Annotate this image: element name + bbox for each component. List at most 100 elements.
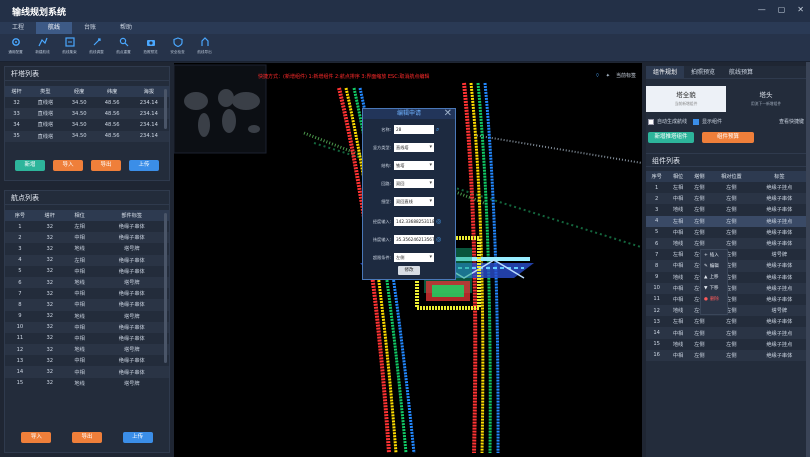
- col-header[interactable]: 序号: [646, 171, 668, 182]
- col-header[interactable]: 相对位置: [710, 171, 753, 182]
- table-row[interactable]: 5 中相 左侧 左侧 绝缘子串体: [646, 227, 806, 238]
- locate-icon[interactable]: ◎: [436, 218, 441, 225]
- table-row[interactable]: 32 直线塔 34.50 48.56 234.14: [5, 97, 169, 108]
- tool-route-adjust[interactable]: 航线调整: [83, 34, 110, 61]
- menu-move-up[interactable]: ▲ 上移: [701, 272, 727, 283]
- waypoint-scrollbar[interactable]: [164, 213, 167, 363]
- dialog-select[interactable]: 铁塔: [394, 161, 434, 170]
- table-row[interactable]: 11 32 中相 绝缘子串体: [5, 333, 169, 344]
- locate-icon[interactable]: ◎: [436, 236, 441, 243]
- menu-edit[interactable]: ✎ 编辑: [701, 261, 727, 272]
- table-row[interactable]: 13 左相 左侧 左侧 绝缘子串体: [646, 316, 806, 327]
- compass-icon[interactable]: ✦: [606, 73, 610, 79]
- table-row[interactable]: 1 32 左相 绝缘子串体: [5, 221, 169, 232]
- table-row[interactable]: 10 32 中相 绝缘子串体: [5, 321, 169, 333]
- segment-tower-full[interactable]: 塔全貌 当前新增组件: [646, 86, 726, 112]
- table-row[interactable]: 3 32 地线 塔号牌: [5, 243, 169, 254]
- table-row[interactable]: 1 左相 左侧 左侧 绝缘子挂点: [646, 182, 806, 193]
- dialog-input[interactable]: 142.336882531185: [394, 217, 434, 226]
- dialog-field-row: 结构: 铁塔: [366, 161, 434, 170]
- dialog-select[interactable]: 直线塔: [394, 143, 434, 152]
- table-row[interactable]: 35 直线塔 34.50 48.56 234.14: [5, 130, 169, 142]
- tool-new-route[interactable]: 新建航线: [29, 34, 56, 61]
- col-header[interactable]: 纬度: [95, 86, 129, 97]
- auto-generate-checkbox[interactable]: [648, 118, 654, 125]
- table-row[interactable]: 5 32 中相 绝缘子串体: [5, 266, 169, 277]
- table-row[interactable]: 9 32 地线 塔号牌: [5, 311, 169, 322]
- menu-project[interactable]: 工程: [0, 22, 36, 34]
- dialog-confirm-button[interactable]: 修改: [398, 266, 420, 275]
- table-row[interactable]: 2 32 中相 绝缘子串体: [5, 232, 169, 244]
- search-icon[interactable]: ⌕: [436, 126, 439, 134]
- dialog-close-icon[interactable]: ✕: [444, 108, 452, 119]
- table-row[interactable]: 16 中相 左侧 左侧 绝缘子串体: [646, 349, 806, 361]
- table-row[interactable]: 8 32 中相 绝缘子串体: [5, 299, 169, 311]
- right-scrollbar[interactable]: [806, 62, 810, 457]
- pole-buttons: 新增 导入 导出 上传: [5, 159, 169, 171]
- tool-waypoint-reset[interactable]: 航点重置: [110, 34, 137, 61]
- import-waypoint-button[interactable]: 导入: [21, 432, 52, 443]
- menu-delete[interactable]: ● 删除: [701, 294, 727, 305]
- upload-pole-button[interactable]: 上传: [129, 159, 159, 171]
- dialog-select[interactable]: 双回直线: [394, 197, 434, 206]
- import-pole-button[interactable]: 导入: [53, 159, 83, 171]
- col-header[interactable]: 海拔: [128, 86, 169, 97]
- col-header[interactable]: 相位: [64, 210, 95, 221]
- wifi-icon[interactable]: ⌔: [595, 73, 600, 79]
- export-waypoint-button[interactable]: 导出: [71, 432, 102, 443]
- table-row[interactable]: 7 32 中相 绝缘子串体: [5, 288, 169, 299]
- table-row[interactable]: 14 32 中相 绝缘子串体: [5, 366, 169, 378]
- close-icon[interactable]: ✕: [797, 5, 804, 14]
- col-header[interactable]: 塔杆: [5, 86, 29, 97]
- col-header[interactable]: 序号: [5, 210, 35, 221]
- tab-photo-preview[interactable]: 拍照预览: [684, 66, 722, 78]
- table-row[interactable]: 4 左相 左侧 左侧 绝缘子挂点: [646, 215, 806, 227]
- table-row[interactable]: 6 地线 左侧 左侧 绝缘子串体: [646, 237, 806, 250]
- menu-help[interactable]: 帮助: [108, 22, 144, 34]
- table-row[interactable]: 4 32 左相 绝缘子串体: [5, 254, 169, 266]
- table-row[interactable]: 3 地线 左侧 左侧 绝缘子串体: [646, 204, 806, 215]
- pole-scrollbar[interactable]: [164, 89, 167, 129]
- col-header[interactable]: 塔侧: [688, 171, 711, 182]
- tool-safety-check[interactable]: 安全检查: [164, 34, 191, 61]
- table-row[interactable]: 2 中相 左侧 左侧 绝缘子串体: [646, 193, 806, 205]
- export-pole-button[interactable]: 导出: [91, 159, 121, 171]
- table-row[interactable]: 14 中相 左侧 左侧 绝缘子挂点: [646, 327, 806, 339]
- tab-component-plan[interactable]: 组件规划: [646, 66, 685, 78]
- minimize-icon[interactable]: —: [758, 5, 766, 14]
- tool-general-config[interactable]: 通用配置: [2, 34, 29, 61]
- table-row[interactable]: 33 直线塔 34.50 48.56 234.14: [5, 108, 169, 120]
- table-row[interactable]: 15 地线 左侧 左侧 绝缘子挂点: [646, 339, 806, 350]
- col-header[interactable]: 标签: [752, 171, 806, 182]
- tab-route-budget[interactable]: 航线预算: [722, 66, 760, 78]
- menu-ledger[interactable]: 台账: [72, 22, 108, 34]
- add-component-button[interactable]: 新增推塔组件: [648, 132, 694, 143]
- show-component-checkbox[interactable]: [693, 118, 700, 125]
- component-budget-button[interactable]: 组件预算: [702, 132, 754, 143]
- col-header[interactable]: 相位: [667, 171, 689, 182]
- menu-route[interactable]: 航线: [36, 22, 72, 34]
- dialog-input[interactable]: 35.356246213567: [394, 235, 434, 244]
- tool-photo-preview[interactable]: 拍照预览: [137, 34, 164, 61]
- menu-insert[interactable]: + 插入: [701, 250, 727, 261]
- segment-tower-head[interactable]: 塔头 用流下一新增组件: [726, 86, 806, 112]
- table-row[interactable]: 34 直线塔 34.50 48.56 234.14: [5, 119, 169, 130]
- dialog-input[interactable]: 28: [394, 125, 434, 134]
- tool-route-bundle[interactable]: 航线集束: [56, 34, 83, 61]
- tool-route-export[interactable]: 航线导出: [191, 34, 218, 61]
- menu-move-down[interactable]: ▼ 下移: [701, 283, 727, 294]
- col-header[interactable]: 类型: [28, 86, 63, 97]
- col-header[interactable]: 塔杆: [34, 210, 65, 221]
- view-shortcuts-link[interactable]: 查看快捷键: [779, 118, 804, 125]
- table-row[interactable]: 13 32 中相 绝缘子串体: [5, 355, 169, 366]
- table-row[interactable]: 6 32 地线 塔号牌: [5, 276, 169, 289]
- dialog-select[interactable]: 左侧: [394, 253, 434, 262]
- col-header[interactable]: 经度: [62, 86, 96, 97]
- table-row[interactable]: 15 32 地线 塔号牌: [5, 378, 169, 389]
- maximize-icon[interactable]: ▢: [778, 5, 786, 14]
- table-row[interactable]: 12 32 地线 塔号牌: [5, 344, 169, 356]
- col-header[interactable]: 部件标签: [94, 210, 169, 221]
- upload-waypoint-button[interactable]: 上传: [122, 432, 153, 443]
- dialog-select[interactable]: 双回: [394, 179, 434, 188]
- add-pole-button[interactable]: 新增: [15, 159, 45, 171]
